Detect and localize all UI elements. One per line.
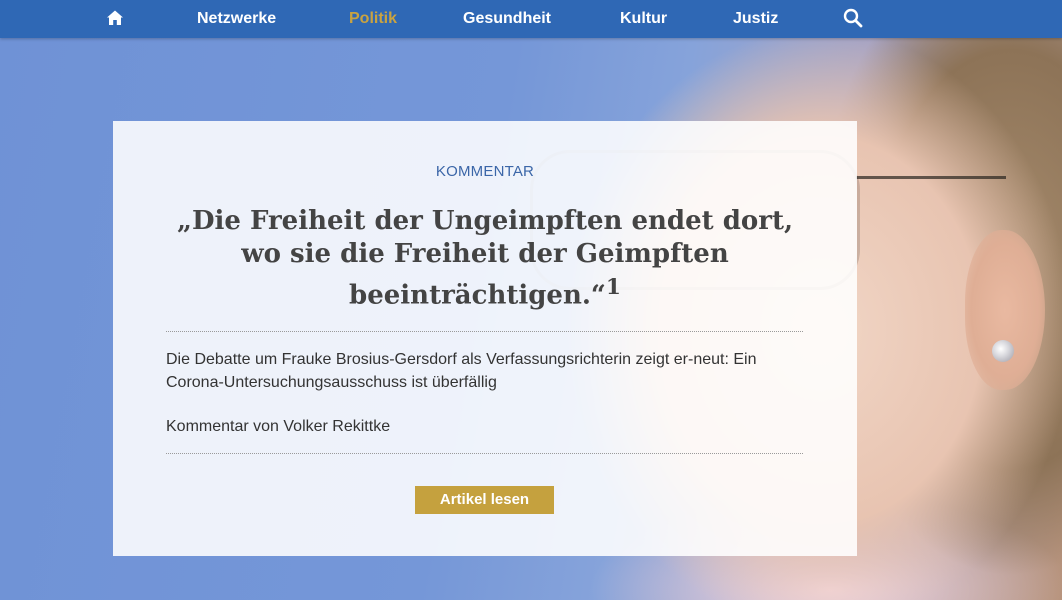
article-teaser-card: KOMMENTAR „Die Freiheit der Ungeimpften … <box>113 121 857 556</box>
divider-bottom <box>166 453 803 454</box>
hero-image-earring <box>992 340 1014 362</box>
nav-item-gesundheit[interactable]: Gesundheit <box>463 0 551 38</box>
hero-image-glasses-arm <box>856 176 1006 179</box>
nav-item-justiz[interactable]: Justiz <box>733 0 778 38</box>
read-article-button[interactable]: Artikel lesen <box>415 486 554 514</box>
article-headline-text: „Die Freiheit der Ungeimpften endet dort… <box>176 206 793 311</box>
divider-top <box>166 331 803 332</box>
article-headline[interactable]: „Die Freiheit der Ungeimpften endet dort… <box>153 205 817 313</box>
article-author: Kommentar von Volker Rekittke <box>166 418 391 435</box>
footnote-mark: 1 <box>605 275 621 300</box>
nav-item-politik[interactable]: Politik <box>349 0 397 38</box>
search-icon[interactable] <box>843 8 863 28</box>
home-icon[interactable] <box>106 9 124 27</box>
article-teaser-text: Die Debatte um Frauke Brosius-Gersdorf a… <box>166 351 757 391</box>
nav-item-netzwerke[interactable]: Netzwerke <box>197 0 276 38</box>
article-kicker: KOMMENTAR <box>435 163 535 180</box>
top-navigation: Netzwerke Politik Gesundheit Kultur Just… <box>0 0 1062 38</box>
hero-image-ear <box>965 230 1045 390</box>
nav-item-kultur[interactable]: Kultur <box>620 0 667 38</box>
